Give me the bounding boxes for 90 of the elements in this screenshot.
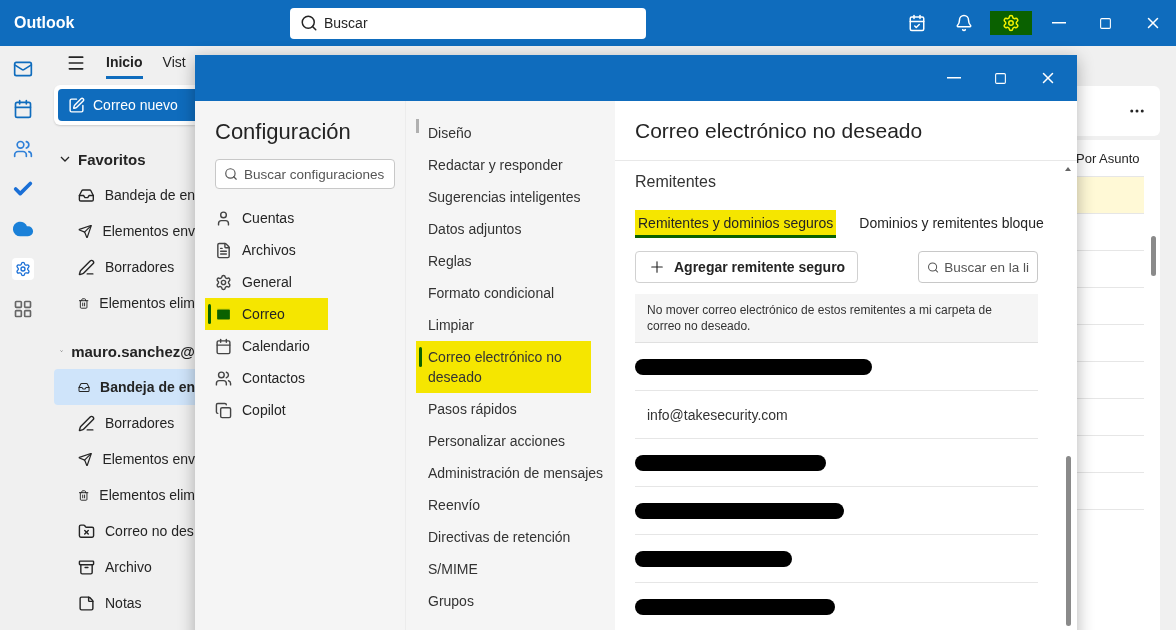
settings-subcategory[interactable]: Administración de mensajes: [416, 457, 614, 489]
settings-subcategory[interactable]: Datos adjuntos: [416, 213, 614, 245]
settings-subcategory[interactable]: Limpiar: [416, 309, 614, 341]
folder-item[interactable]: Borradores: [54, 249, 195, 285]
gear-app-icon: [15, 261, 31, 277]
tab[interactable]: Remitentes y dominios seguros: [635, 210, 837, 238]
settings-icon: [1002, 14, 1020, 32]
bell-icon: [954, 14, 973, 32]
calendar-icon: [215, 337, 232, 355]
tab[interactable]: Dominios y remitentes bloque: [856, 210, 1047, 238]
folder-group-header[interactable]: Favoritos: [54, 141, 195, 177]
scroll-up-icon[interactable]: [1065, 167, 1071, 171]
settings-subcategory[interactable]: Diseño: [416, 117, 614, 149]
minimize-icon: [946, 77, 961, 79]
document-icon: [215, 241, 232, 259]
settings-subcategory[interactable]: Directivas de retención: [416, 521, 614, 553]
folder-item[interactable]: Borradores: [54, 405, 195, 441]
ribbon-tab[interactable]: Vist: [162, 47, 186, 79]
chevron-down-icon: [60, 156, 70, 162]
gear-icon: [215, 273, 232, 291]
calendar-check-icon: [907, 14, 926, 32]
settings-subcategory[interactable]: Sugerencias inteligentes: [416, 181, 614, 213]
message-row[interactable]: [1076, 176, 1144, 213]
send-icon: [78, 450, 93, 468]
section-title: Remitentes: [635, 173, 717, 191]
settings-category[interactable]: Calendario: [205, 330, 328, 362]
folder-item[interactable]: Correo no des: [54, 513, 195, 549]
app-title: Outlook: [14, 14, 76, 32]
search-field[interactable]: Buscar: [290, 7, 646, 39]
settings-button[interactable]: [990, 11, 1032, 35]
settings-subcategory[interactable]: Grupos: [416, 585, 614, 617]
note-icon: [78, 594, 95, 612]
minimize-icon: [1051, 22, 1066, 24]
search-icon: [300, 14, 318, 32]
settings-category[interactable]: Copilot: [205, 394, 328, 426]
settings-subcategory[interactable]: Formato condicional: [416, 277, 614, 309]
search-icon: [927, 260, 940, 274]
settings-subcategory[interactable]: Reglas: [416, 245, 614, 277]
maximize-icon: [994, 71, 1007, 85]
folder-block-icon: [78, 522, 95, 540]
settings-category[interactable]: Archivos: [205, 234, 328, 266]
sort-label[interactable]: Por Asunto: [1076, 140, 1160, 176]
settings-subcategory[interactable]: S/MIME: [416, 553, 614, 585]
person-icon: [215, 209, 232, 227]
settings-subcategory[interactable]: Personalizar acciones: [416, 425, 614, 457]
inbox-icon: [78, 186, 95, 204]
folder-group-header[interactable]: mauro.sanchez@: [54, 333, 195, 369]
settings-category[interactable]: General: [205, 266, 328, 298]
settings-category[interactable]: Correo: [205, 298, 328, 330]
settings-title: Configuración: [215, 119, 352, 145]
scrollbar-thumb[interactable]: [416, 119, 419, 133]
folder-item[interactable]: Notas: [54, 585, 195, 621]
folder-item[interactable]: Elementos elim: [54, 285, 195, 321]
maximize-icon: [1099, 16, 1112, 30]
settings-category[interactable]: Cuentas: [205, 202, 328, 234]
scrollbar-thumb[interactable]: [1151, 236, 1156, 276]
people-icon: [215, 369, 232, 387]
search-icon: [224, 167, 238, 181]
page-title: Correo electrónico no deseado: [615, 101, 1077, 161]
compose-icon: [68, 96, 85, 114]
send-icon: [78, 222, 93, 240]
settings-subcategory[interactable]: Redactar y responder: [416, 149, 614, 181]
pen-icon: [78, 258, 95, 276]
folder-item[interactable]: Bandeja de en: [54, 177, 195, 213]
add-sender-button[interactable]: Agregar remitente seguro: [635, 251, 859, 283]
pen-icon: [78, 414, 95, 432]
folder-item[interactable]: Elementos env: [54, 441, 195, 477]
ribbon-tab[interactable]: Inicio: [106, 47, 143, 79]
archive-icon: [78, 558, 95, 576]
sender-address: info@takesecurity.com: [647, 406, 788, 423]
scrollbar-thumb[interactable]: [1066, 456, 1071, 626]
settings-subcategory[interactable]: Pasos rápidos: [416, 393, 614, 425]
folder-item[interactable]: Elementos elim: [54, 477, 195, 513]
settings-subcategory[interactable]: Correo electrónico no deseado: [416, 341, 591, 393]
envelope-icon: [215, 305, 232, 323]
apps-icon: [13, 299, 33, 319]
new-mail-button[interactable]: Correo nuevo: [58, 89, 195, 121]
list-search-field[interactable]: Buscar en la li: [918, 251, 1038, 283]
settings-category[interactable]: Contactos: [205, 362, 328, 394]
settings-subcategory[interactable]: Reenvío: [416, 489, 614, 521]
folder-item[interactable]: Elementos env: [54, 213, 195, 249]
plus-icon: [648, 258, 666, 276]
info-text: No mover correo electrónico de estos remitentes a mi carpeta de correo no deseado.: [635, 294, 1038, 343]
mail-app-icon: [13, 59, 33, 79]
people-app-icon: [13, 139, 33, 159]
folder-item[interactable]: Bandeja de en: [54, 369, 195, 405]
calendar-app-icon: [13, 99, 33, 119]
folder-item[interactable]: Archivo: [54, 549, 195, 585]
menu-icon[interactable]: [66, 53, 86, 73]
settings-search-field[interactable]: Buscar configuraciones: [215, 159, 395, 189]
